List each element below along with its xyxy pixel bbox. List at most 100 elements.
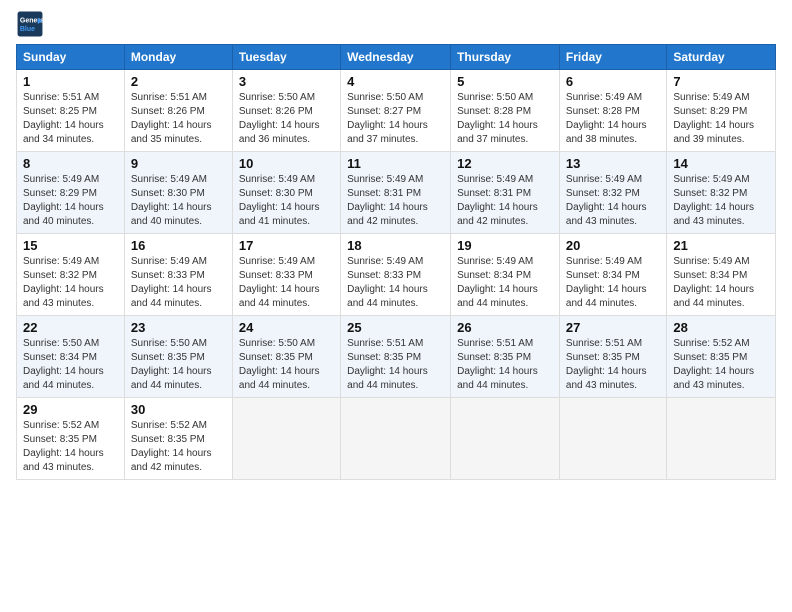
calendar-cell: 25 Sunrise: 5:51 AMSunset: 8:35 PMDayligh… [341,316,451,398]
logo: General Blue [16,10,44,38]
day-number: 24 [239,320,334,335]
col-header-saturday: Saturday [667,45,776,70]
day-number: 25 [347,320,444,335]
calendar-cell [559,398,666,480]
day-number: 5 [457,74,553,89]
calendar-cell: 29 Sunrise: 5:52 AMSunset: 8:35 PMDayligh… [17,398,125,480]
calendar-cell [667,398,776,480]
svg-text:Blue: Blue [20,26,35,33]
day-number: 12 [457,156,553,171]
day-info: Sunrise: 5:49 AMSunset: 8:33 PMDaylight:… [347,255,444,311]
day-number: 29 [23,402,118,417]
calendar-cell: 5Sunrise: 5:50 AMSunset: 8:28 PMDaylight… [451,70,560,152]
day-number: 7 [673,74,769,89]
col-header-thursday: Thursday [451,45,560,70]
day-info: Sunrise: 5:50 AMSunset: 8:26 PMDaylight:… [239,91,334,147]
calendar-cell: 22 Sunrise: 5:50 AMSunset: 8:34 PMDayligh… [17,316,125,398]
header: General Blue [16,10,776,38]
calendar-cell: 26Sunrise: 5:51 AMSunset: 8:35 PMDayligh… [451,316,560,398]
day-number: 15 [23,238,118,253]
calendar-week-row: 1 Sunrise: 5:51 AMSunset: 8:25 PMDaylight… [17,70,776,152]
calendar-cell: 28Sunrise: 5:52 AMSunset: 8:35 PMDayligh… [667,316,776,398]
day-number: 16 [131,238,226,253]
day-info: Sunrise: 5:49 AMSunset: 8:32 PMDaylight:… [673,173,769,229]
calendar-cell: 4 Sunrise: 5:50 AMSunset: 8:27 PMDaylight… [341,70,451,152]
page: General Blue SundayMondayTuesdayWednesda… [0,0,792,612]
day-number: 18 [347,238,444,253]
calendar-cell: 8Sunrise: 5:49 AMSunset: 8:29 PMDaylight… [17,152,125,234]
day-number: 19 [457,238,553,253]
calendar-cell: 9 Sunrise: 5:49 AMSunset: 8:30 PMDaylight… [124,152,232,234]
day-number: 11 [347,156,444,171]
calendar-week-row: 8Sunrise: 5:49 AMSunset: 8:29 PMDaylight… [17,152,776,234]
day-info: Sunrise: 5:50 AMSunset: 8:34 PMDaylight:… [23,337,118,393]
calendar-week-row: 15 Sunrise: 5:49 AMSunset: 8:32 PMDayligh… [17,234,776,316]
calendar-cell: 13 Sunrise: 5:49 AMSunset: 8:32 PMDayligh… [559,152,666,234]
day-info: Sunrise: 5:50 AMSunset: 8:35 PMDaylight:… [131,337,226,393]
day-number: 30 [131,402,226,417]
day-info: Sunrise: 5:51 AMSunset: 8:35 PMDaylight:… [457,337,553,393]
day-number: 20 [566,238,660,253]
day-number: 14 [673,156,769,171]
day-number: 4 [347,74,444,89]
day-info: Sunrise: 5:49 AMSunset: 8:32 PMDaylight:… [23,255,118,311]
calendar-cell: 19 Sunrise: 5:49 AMSunset: 8:34 PMDayligh… [451,234,560,316]
day-info: Sunrise: 5:51 AMSunset: 8:35 PMDaylight:… [347,337,444,393]
day-info: Sunrise: 5:49 AMSunset: 8:30 PMDaylight:… [239,173,334,229]
calendar-cell: 14 Sunrise: 5:49 AMSunset: 8:32 PMDayligh… [667,152,776,234]
day-info: Sunrise: 5:49 AMSunset: 8:31 PMDaylight:… [457,173,553,229]
calendar-cell: 23 Sunrise: 5:50 AMSunset: 8:35 PMDayligh… [124,316,232,398]
day-info: Sunrise: 5:50 AMSunset: 8:35 PMDaylight:… [239,337,334,393]
day-number: 1 [23,74,118,89]
day-info: Sunrise: 5:49 AMSunset: 8:28 PMDaylight:… [566,91,660,147]
day-info: Sunrise: 5:49 AMSunset: 8:34 PMDaylight:… [566,255,660,311]
calendar-cell: 12 Sunrise: 5:49 AMSunset: 8:31 PMDayligh… [451,152,560,234]
calendar-cell: 20 Sunrise: 5:49 AMSunset: 8:34 PMDayligh… [559,234,666,316]
logo-icon: General Blue [16,10,44,38]
calendar-cell [451,398,560,480]
day-info: Sunrise: 5:51 AMSunset: 8:35 PMDaylight:… [566,337,660,393]
calendar-cell: 6 Sunrise: 5:49 AMSunset: 8:28 PMDaylight… [559,70,666,152]
day-number: 2 [131,74,226,89]
calendar-week-row: 29 Sunrise: 5:52 AMSunset: 8:35 PMDayligh… [17,398,776,480]
calendar-cell: 1 Sunrise: 5:51 AMSunset: 8:25 PMDaylight… [17,70,125,152]
day-number: 21 [673,238,769,253]
day-number: 10 [239,156,334,171]
calendar-cell: 30 Sunrise: 5:52 AMSunset: 8:35 PMDayligh… [124,398,232,480]
day-number: 3 [239,74,334,89]
calendar-table: SundayMondayTuesdayWednesdayThursdayFrid… [16,44,776,480]
col-header-sunday: Sunday [17,45,125,70]
calendar-cell: 10 Sunrise: 5:49 AMSunset: 8:30 PMDayligh… [232,152,340,234]
day-info: Sunrise: 5:52 AMSunset: 8:35 PMDaylight:… [23,419,118,475]
day-number: 13 [566,156,660,171]
calendar-cell: 2 Sunrise: 5:51 AMSunset: 8:26 PMDaylight… [124,70,232,152]
calendar-cell [341,398,451,480]
day-info: Sunrise: 5:49 AMSunset: 8:29 PMDaylight:… [673,91,769,147]
calendar-cell: 7 Sunrise: 5:49 AMSunset: 8:29 PMDaylight… [667,70,776,152]
calendar-cell [232,398,340,480]
day-info: Sunrise: 5:49 AMSunset: 8:34 PMDaylight:… [457,255,553,311]
day-number: 22 [23,320,118,335]
day-info: Sunrise: 5:52 AMSunset: 8:35 PMDaylight:… [131,419,226,475]
day-info: Sunrise: 5:51 AMSunset: 8:25 PMDaylight:… [23,91,118,147]
calendar-header-row: SundayMondayTuesdayWednesdayThursdayFrid… [17,45,776,70]
day-info: Sunrise: 5:49 AMSunset: 8:32 PMDaylight:… [566,173,660,229]
day-number: 6 [566,74,660,89]
day-number: 8 [23,156,118,171]
calendar-cell: 11 Sunrise: 5:49 AMSunset: 8:31 PMDayligh… [341,152,451,234]
day-info: Sunrise: 5:49 AMSunset: 8:31 PMDaylight:… [347,173,444,229]
col-header-tuesday: Tuesday [232,45,340,70]
calendar-cell: 24 Sunrise: 5:50 AMSunset: 8:35 PMDayligh… [232,316,340,398]
calendar-week-row: 22 Sunrise: 5:50 AMSunset: 8:34 PMDayligh… [17,316,776,398]
day-info: Sunrise: 5:50 AMSunset: 8:27 PMDaylight:… [347,91,444,147]
calendar-cell: 15 Sunrise: 5:49 AMSunset: 8:32 PMDayligh… [17,234,125,316]
calendar-cell: 16Sunrise: 5:49 AMSunset: 8:33 PMDayligh… [124,234,232,316]
day-info: Sunrise: 5:49 AMSunset: 8:30 PMDaylight:… [131,173,226,229]
calendar-cell: 17Sunrise: 5:49 AMSunset: 8:33 PMDayligh… [232,234,340,316]
day-number: 23 [131,320,226,335]
col-header-friday: Friday [559,45,666,70]
day-number: 9 [131,156,226,171]
day-number: 28 [673,320,769,335]
day-number: 27 [566,320,660,335]
day-info: Sunrise: 5:51 AMSunset: 8:26 PMDaylight:… [131,91,226,147]
